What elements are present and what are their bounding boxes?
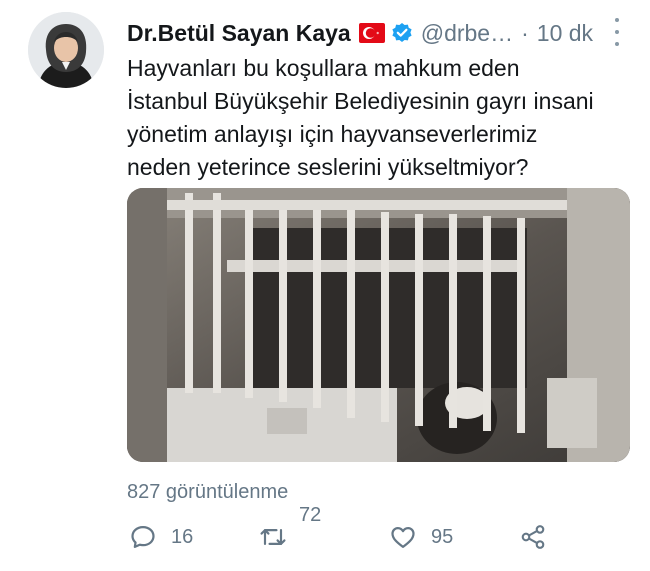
verified-badge-icon [391, 22, 413, 44]
turkey-flag-icon [358, 23, 385, 43]
tweet-media-image[interactable] [127, 188, 630, 462]
retweet-button[interactable]: 72 [257, 504, 321, 551]
avatar-image [28, 12, 104, 88]
reply-icon [129, 523, 157, 551]
heart-icon [389, 523, 417, 551]
retweet-count: 72 [299, 503, 322, 526]
share-icon [519, 523, 547, 551]
more-options-icon[interactable] [611, 18, 623, 46]
tweet-text: Hayvanları bu koşullara mahkum eden İsta… [127, 55, 594, 180]
reply-button[interactable]: 16 [129, 523, 193, 551]
tweet-header: Dr.Betül Sayan Kaya @drbe… · 10 dk [127, 16, 630, 50]
like-count: 95 [431, 525, 454, 548]
tweet-actions: 16 72 95 [127, 504, 627, 565]
cage-photo [127, 188, 630, 462]
reply-count: 16 [171, 525, 194, 548]
author-name[interactable]: Dr.Betül Sayan Kaya [127, 20, 351, 47]
view-count: 827 görüntülenme [127, 481, 289, 503]
like-button[interactable]: 95 [389, 523, 453, 551]
separator-dot: · [521, 19, 529, 46]
share-button[interactable] [519, 523, 547, 551]
avatar[interactable] [28, 12, 104, 88]
timestamp[interactable]: 10 dk [537, 20, 593, 47]
author-handle[interactable]: @drbe… [421, 20, 513, 47]
retweet-icon [257, 523, 289, 551]
